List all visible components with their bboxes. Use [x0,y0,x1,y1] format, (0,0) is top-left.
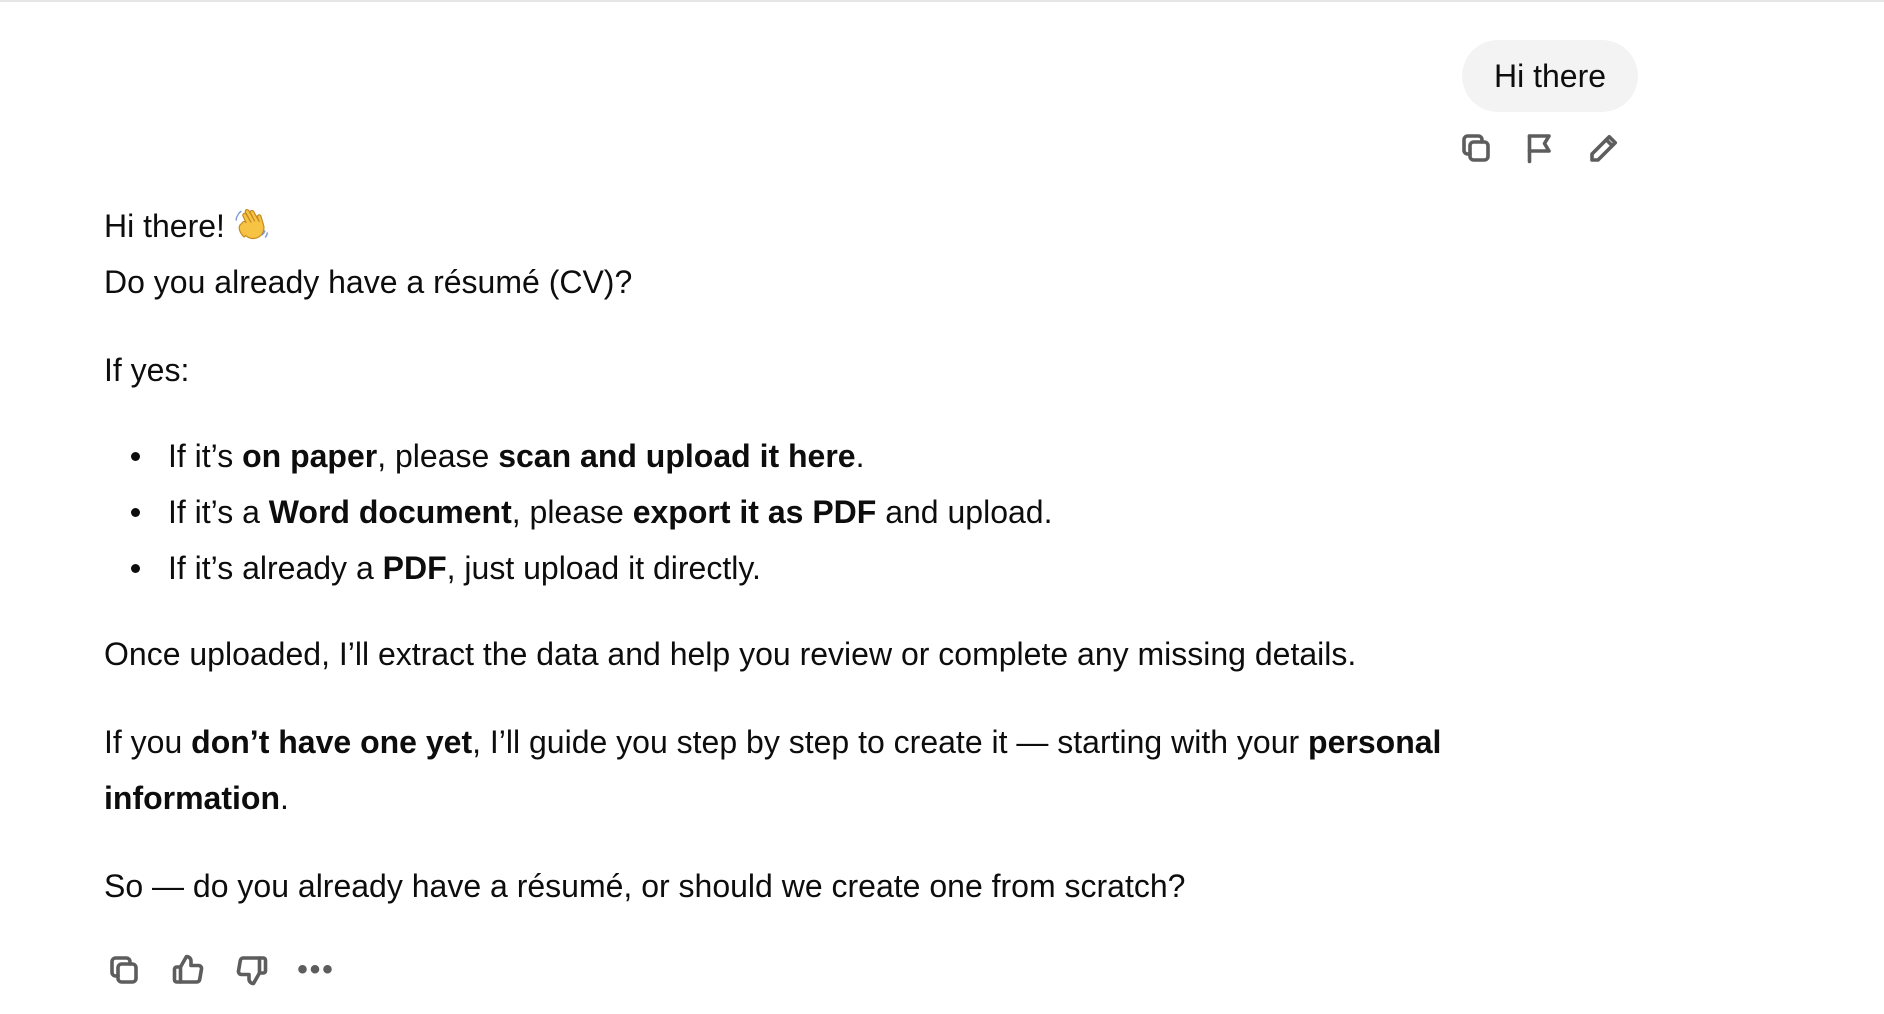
option-text: , just upload it directly. [446,550,761,586]
user-message-actions [1454,126,1626,170]
once-uploaded-text: Once uploaded, I’ll extract the data and… [104,636,1357,672]
copy-icon [1462,134,1490,162]
copy-response-button[interactable] [102,948,146,992]
option-bold: Word document [268,494,512,530]
option-text: , please [377,438,499,474]
if-yes-label: If yes: [104,352,190,388]
question-text: Do you already have a résumé (CV)? [104,264,633,300]
closing-question: So — do you already have a résumé, or sh… [104,868,1186,904]
paragraph-bold: don’t have one yet [191,724,473,760]
flag-icon [1527,134,1551,164]
thumbs-down-icon [236,956,268,986]
waving-hand-icon [235,209,268,240]
paragraph-text: . [279,780,289,816]
no-cv-paragraph: If you don’t have one yet, I’ll guide yo… [104,714,1504,826]
greeting-line: Hi there! [104,198,1504,254]
edit-message-button[interactable] [1582,126,1626,170]
top-divider [0,0,1884,2]
option-bold: scan and upload it here [498,438,856,474]
list-item: If it’s a Word document, please export i… [131,484,1504,540]
option-text: If it’s a [168,494,269,530]
copy-icon [110,956,138,984]
user-message-text: Hi there [1494,57,1607,94]
copy-user-message-button[interactable] [1454,126,1498,170]
more-icon: ••• [297,953,335,986]
option-text: . [855,438,865,474]
option-bold: PDF [382,550,447,586]
paragraph-text: , I’ll guide you step by step to create … [472,724,1309,760]
assistant-message: Hi there! Do you already have a résumé (… [104,198,1504,914]
option-text: If it’s [168,438,243,474]
bad-response-button[interactable] [230,948,274,992]
more-actions-button[interactable]: ••• [294,948,338,992]
thumbs-up-icon [172,954,204,984]
list-item: If it’s already a PDF, just upload it di… [131,540,1504,596]
upload-options-list: If it’s on paper, please scan and upload… [104,428,1504,596]
list-item: If it’s on paper, please scan and upload… [131,428,1504,484]
assistant-message-actions: ••• [102,948,338,992]
option-text: and upload. [876,494,1053,530]
edit-icon [1590,134,1618,162]
report-message-button[interactable] [1518,126,1562,170]
user-message-bubble: Hi there [1462,40,1639,112]
option-bold: export it as PDF [632,494,877,530]
option-text: If it’s already a [168,550,383,586]
good-response-button[interactable] [166,948,210,992]
option-text: , please [511,494,633,530]
paragraph-text: If you [104,724,192,760]
greeting-text: Hi there! [104,208,225,244]
option-bold: on paper [242,438,378,474]
